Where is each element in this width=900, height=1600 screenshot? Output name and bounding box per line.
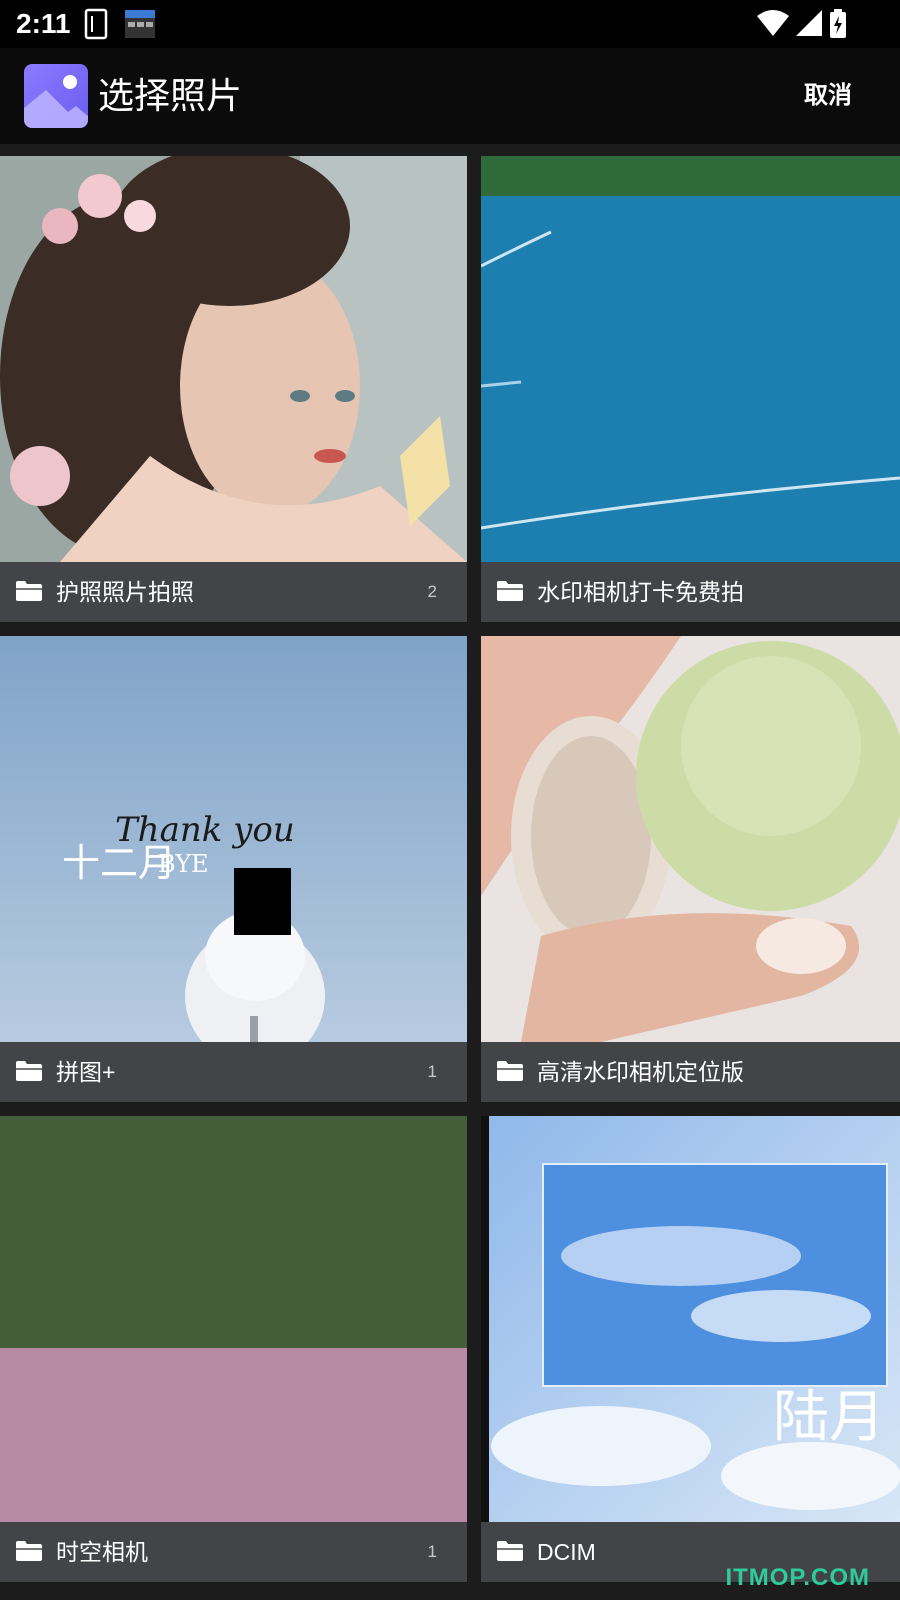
album-thumbnail-sky: 陆月 [481, 1116, 900, 1522]
album-name: 时空相机 [56, 1539, 148, 1565]
album-label-bar: 拼图+ 1 [0, 1042, 467, 1102]
album-thumbnail-water [481, 156, 900, 562]
status-time: 2:11 [16, 8, 71, 39]
folder-icon [497, 1061, 523, 1081]
album-item[interactable]: 高清水印相机定位版 [481, 636, 900, 1102]
signal-icon [796, 10, 822, 36]
folder-icon [16, 1061, 42, 1081]
album-item[interactable]: Thank you 十二月 BYE 拼图+ 1 [0, 636, 467, 1102]
album-thumbnail-mochi [481, 636, 900, 1042]
battery-charging-icon [830, 9, 846, 38]
album-count: 1 [427, 1542, 437, 1561]
album-item[interactable]: 护照照片拍照 2 [0, 156, 467, 622]
album-name: 护照照片拍照 [56, 579, 194, 605]
album-thumbnail-thank-you: Thank you 十二月 BYE [0, 636, 467, 1042]
album-count: 1 [427, 1062, 437, 1081]
album-item[interactable]: 陆月 DCIM [481, 1116, 900, 1582]
site-watermark: ITMOP.COM [725, 1564, 870, 1591]
sim-card-icon [84, 8, 108, 40]
luyue-text: 陆月 [773, 1385, 885, 1450]
album-item[interactable]: 水印相机打卡免费拍 [481, 156, 900, 622]
page-title: 选择照片 [98, 75, 243, 116]
cancel-button[interactable]: 取消 [804, 78, 852, 114]
wifi-icon [757, 10, 789, 36]
bye-text: BYE [158, 850, 209, 878]
album-name: DCIM [537, 1539, 596, 1565]
album-label-bar: 高清水印相机定位版 [481, 1042, 900, 1102]
album-thumbnail-color-blocks [0, 1116, 467, 1522]
album-label-bar: 时空相机 1 [0, 1522, 467, 1582]
album-label-bar: 水印相机打卡免费拍 [481, 562, 900, 622]
calendar-widget-icon [125, 10, 155, 38]
folder-icon [16, 581, 42, 601]
gallery-image-icon [24, 64, 88, 128]
folder-icon [16, 1541, 42, 1561]
album-grid: 护照照片拍照 2 水印相机打卡免费拍 Thank you 十二月 BYE 拼图+… [0, 144, 900, 1600]
folder-icon [497, 581, 523, 601]
album-thumbnail-portrait [0, 156, 467, 562]
album-label-bar: 护照照片拍照 2 [0, 562, 467, 622]
folder-icon [497, 1541, 523, 1561]
album-name: 高清水印相机定位版 [537, 1059, 744, 1085]
app-bar: 选择照片 取消 [0, 48, 900, 144]
album-name: 水印相机打卡免费拍 [537, 579, 744, 605]
album-count: 2 [427, 582, 437, 601]
album-name: 拼图+ [56, 1059, 116, 1085]
status-bar: 2:11 [0, 0, 900, 48]
album-item[interactable]: 时空相机 1 [0, 1116, 467, 1582]
